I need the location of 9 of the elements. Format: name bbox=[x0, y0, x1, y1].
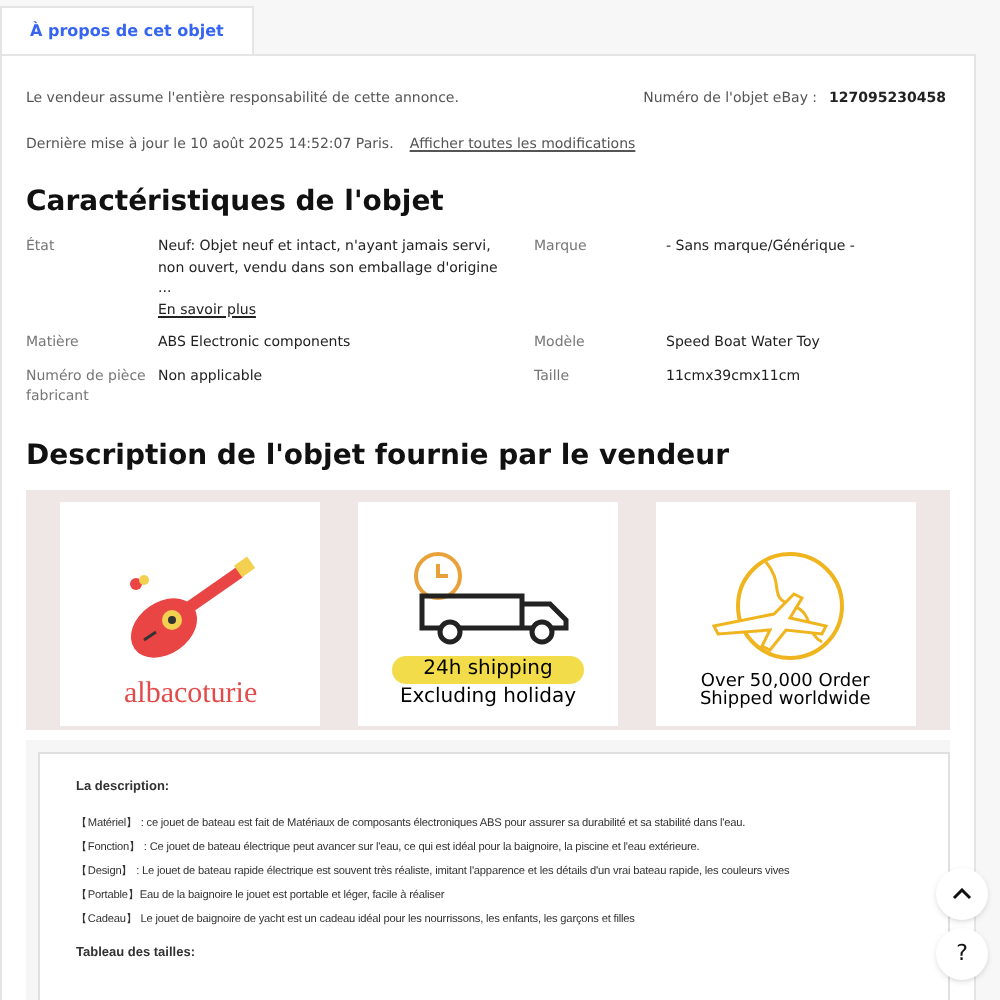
section-title: Description de l'objet fournie par le vendeur bbox=[26, 437, 732, 475]
section-title: Caractéristiques de l'objet bbox=[26, 184, 446, 222]
shipping-note: Excluding holiday bbox=[399, 683, 577, 709]
chevron-up-icon bbox=[952, 888, 972, 900]
tab[interactable]: À propos de cet objet bbox=[0, 6, 254, 54]
banner-caption: Over 50,000 Order bbox=[700, 673, 870, 691]
banner-caption: Shipped worldwide bbox=[699, 691, 871, 709]
brand-name: albacoturie bbox=[124, 679, 258, 709]
shipping-label: 24h shipping bbox=[391, 655, 585, 683]
